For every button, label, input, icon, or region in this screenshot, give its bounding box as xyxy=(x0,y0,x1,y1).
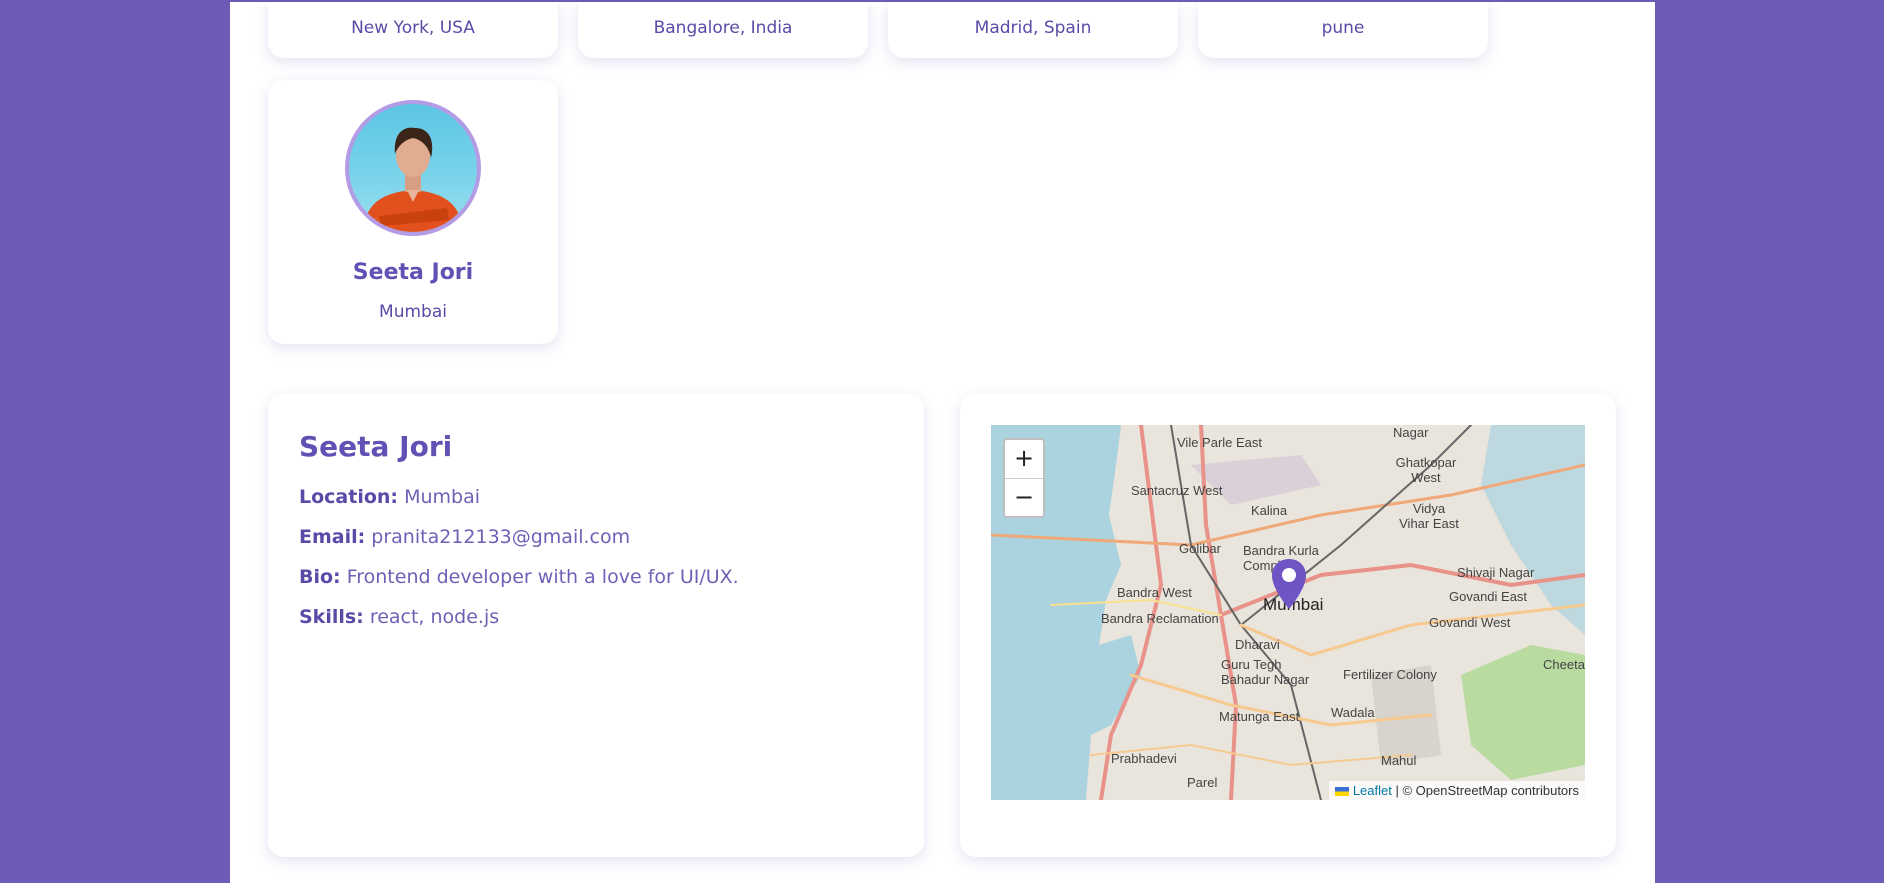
map-label: Vile Parle East xyxy=(1177,435,1263,450)
map-label: Santacruz West xyxy=(1131,483,1223,498)
map-label: Bandra Reclamation xyxy=(1101,611,1219,626)
zoom-out-button[interactable]: − xyxy=(1005,479,1043,517)
map-label: Ghatkopar West xyxy=(1395,455,1457,485)
avatar xyxy=(345,100,481,236)
map-label: Cheeta xyxy=(1543,657,1585,672)
user-card[interactable]: pune xyxy=(1198,2,1488,58)
skills-value: react, node.js xyxy=(369,606,500,628)
details-title: Seeta Jori xyxy=(299,430,453,463)
profile-name: Seeta Jori xyxy=(352,260,474,285)
map-label: Shivaji Nagar xyxy=(1457,565,1535,580)
profile-location: Mumbai xyxy=(379,302,447,322)
main-panel: New York, USA Bangalore, India Madrid, S… xyxy=(230,2,1655,883)
user-card-selected[interactable]: Seeta Jori Mumbai xyxy=(268,80,558,344)
map-label: Guru Tegh Bahadur Nagar xyxy=(1221,657,1310,687)
location-label: Location: xyxy=(299,486,399,508)
user-card[interactable]: Bangalore, India xyxy=(578,2,868,58)
bio-label: Bio: xyxy=(299,566,341,588)
map-label: Mahul xyxy=(1381,753,1417,768)
map-label: Govandi West xyxy=(1429,615,1511,630)
map-label: Vidya Vihar East xyxy=(1399,501,1459,531)
map-label: Golibar xyxy=(1179,541,1221,556)
user-card-location: Madrid, Spain xyxy=(974,18,1092,38)
map-panel: Vile Parle East Nagar Ghatkopar West San… xyxy=(960,394,1616,857)
map-marker-icon[interactable] xyxy=(1272,559,1306,609)
map[interactable]: Vile Parle East Nagar Ghatkopar West San… xyxy=(991,425,1585,800)
zoom-control: + − xyxy=(1003,438,1045,518)
ukraine-flag-icon xyxy=(1335,787,1350,797)
user-card[interactable]: New York, USA xyxy=(268,2,558,58)
skills-label: Skills: xyxy=(299,606,364,628)
map-label: Dharavi xyxy=(1235,637,1280,652)
details-panel: Seeta Jori Location: Mumbai Email: prani… xyxy=(268,394,924,857)
map-label: Matunga East xyxy=(1219,709,1300,724)
user-card-location: Bangalore, India xyxy=(653,18,793,38)
skills-row: Skills: react, node.js xyxy=(299,606,499,628)
attribution-text: | © OpenStreetMap contributors xyxy=(1395,783,1580,798)
map-label: Parel xyxy=(1187,775,1218,790)
location-row: Location: Mumbai xyxy=(299,486,480,508)
map-label: Govandi East xyxy=(1449,589,1528,604)
user-card-location: pune xyxy=(1321,18,1365,38)
email-value: pranita212133@gmail.com xyxy=(371,526,631,548)
map-label: Prabhadevi xyxy=(1111,751,1177,766)
zoom-in-button[interactable]: + xyxy=(1005,440,1043,479)
map-label: Wadala xyxy=(1331,705,1375,720)
email-row: Email: pranita212133@gmail.com xyxy=(299,526,630,548)
location-value: Mumbai xyxy=(404,486,481,508)
email-label: Email: xyxy=(299,526,366,548)
map-label: Kalina xyxy=(1251,503,1288,518)
map-label: Nagar xyxy=(1393,425,1429,440)
map-label: Bandra West xyxy=(1117,585,1192,600)
user-card[interactable]: Madrid, Spain xyxy=(888,2,1178,58)
leaflet-link[interactable]: Leaflet xyxy=(1353,783,1392,798)
bio-value: Frontend developer with a love for UI/UX… xyxy=(346,566,739,588)
map-attribution: Leaflet | © OpenStreetMap contributors xyxy=(1329,781,1585,800)
user-card-location: New York, USA xyxy=(351,18,475,38)
map-label: Fertilizer Colony xyxy=(1343,667,1437,682)
bio-row: Bio: Frontend developer with a love for … xyxy=(299,566,739,588)
